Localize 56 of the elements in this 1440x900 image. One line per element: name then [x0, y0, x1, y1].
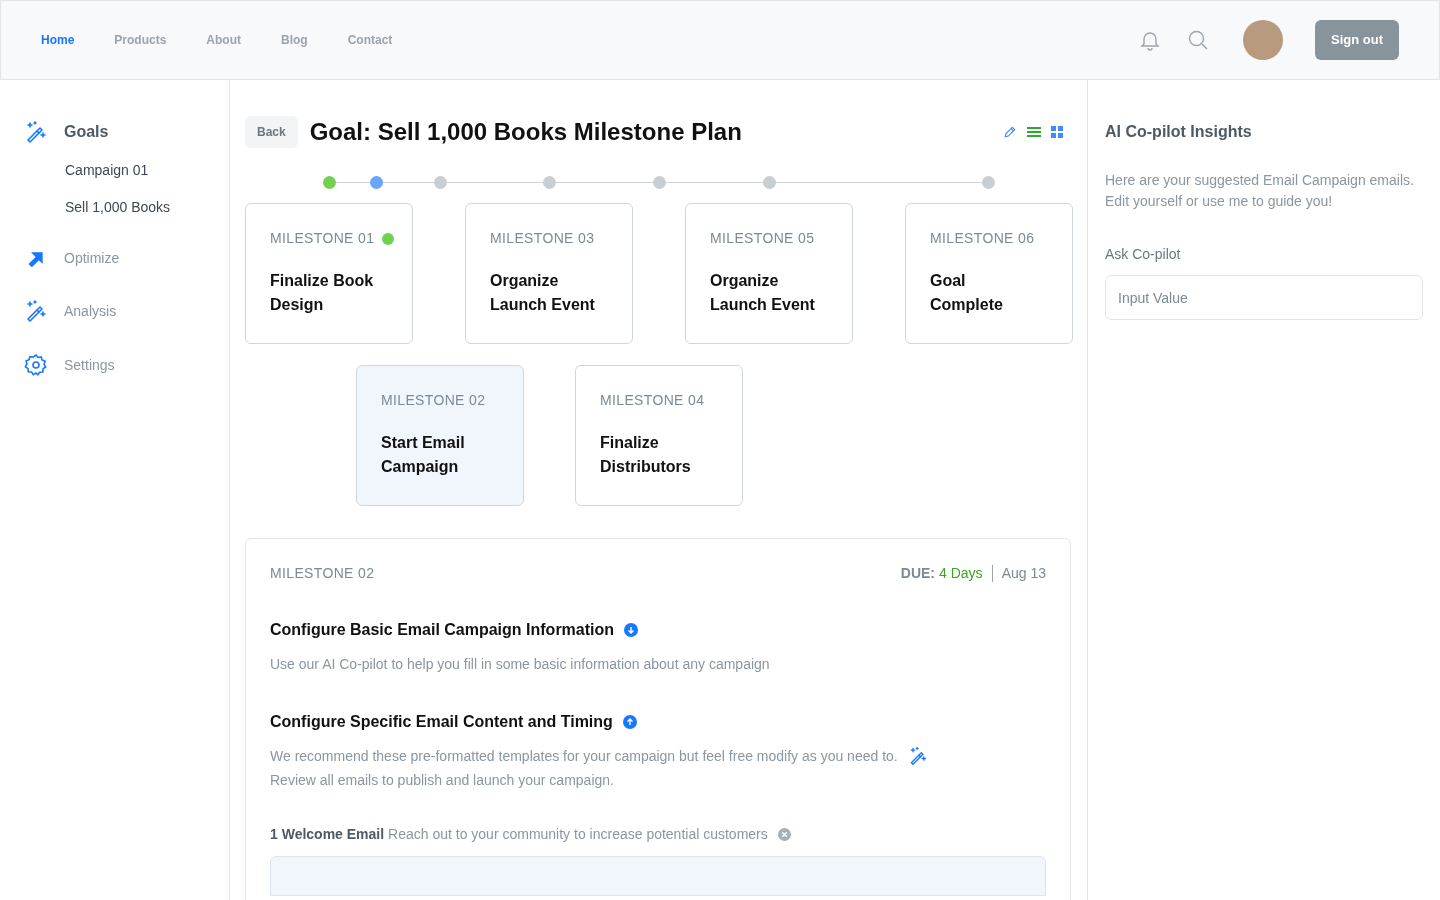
milestone-card[interactable]: MILESTONE 05 Organize Launch Event: [685, 203, 853, 344]
search-icon[interactable]: [1186, 28, 1210, 52]
section-title: Configure Basic Email Campaign Information: [270, 620, 615, 640]
close-icon[interactable]: [777, 828, 791, 841]
due-label: DUE:: [900, 564, 936, 583]
milestone-title: Finalize Book Design: [270, 271, 375, 315]
section-title: Configure Specific Email Content and Timing: [270, 712, 613, 732]
milestone-card[interactable]: MILESTONE 06 Goal Complete: [905, 203, 1073, 344]
nav-link[interactable]: Products: [114, 31, 167, 49]
field-label: Ask Co-pilot: [1105, 245, 1182, 264]
nav-link[interactable]: About: [206, 31, 241, 49]
milestone-label: MILESTONE 01: [270, 229, 375, 248]
section-description: Use our AI Co-pilot to help you fill in some basic information about any campaign: [270, 655, 770, 674]
due-value: 4 Days: [939, 564, 983, 583]
settings-icon: [24, 353, 48, 377]
list-view-icon[interactable]: [1027, 125, 1041, 139]
sidebar-item[interactable]: Analysis: [64, 300, 117, 322]
due-date: Aug 13: [1001, 564, 1046, 583]
nav-link[interactable]: Contact: [347, 31, 393, 49]
milestone-label: MILESTONE 06: [930, 229, 1035, 248]
milestone-label: MILESTONE 03: [490, 229, 595, 248]
magic-wand-icon: [24, 299, 48, 323]
panel-title: AI Co-pilot Insights: [1105, 122, 1253, 142]
sidebar-subitem[interactable]: Sell 1,000 Books: [65, 197, 229, 218]
collapse-icon[interactable]: [622, 715, 637, 729]
milestone-title: Goal Complete: [930, 271, 1004, 315]
milestone-label: MILESTONE 05: [710, 229, 815, 248]
nav-link[interactable]: Blog: [281, 31, 308, 49]
milestone-label: MILESTONE 02: [270, 564, 375, 583]
pencil-icon[interactable]: [1003, 125, 1017, 139]
milestone-card[interactable]: MILESTONE 02 Start Email Campaign: [356, 365, 524, 506]
sign-out-button[interactable]: Sign out: [1315, 20, 1399, 60]
user-avatar[interactable]: [1243, 20, 1283, 60]
milestone-title: Finalize Distributors: [600, 433, 692, 477]
panel-description: Here are your suggested Email Campaign emails. Edit yourself or use me to guide you!: [1105, 171, 1415, 211]
nav-link[interactable]: Home: [41, 31, 75, 49]
sidebar-item[interactable]: Optimize: [64, 248, 120, 269]
milestone-label: MILESTONE 04: [600, 391, 705, 410]
input-field[interactable]: Input Value: [1105, 275, 1423, 320]
back-button[interactable]: Back: [245, 116, 298, 148]
magic-wand-icon: [24, 120, 48, 144]
milestone-title: Organize Launch Event: [710, 271, 816, 315]
milestone-card[interactable]: MILESTONE 03 Organize Launch Event: [465, 203, 633, 344]
milestone-card[interactable]: MILESTONE 01 Finalize Book Design: [245, 203, 413, 344]
sidebar-item[interactable]: Settings: [64, 354, 115, 376]
milestone-label: MILESTONE 02: [381, 391, 486, 410]
page-title: Goal: Sell 1,000 Books Milestone Plan: [309, 117, 742, 147]
grid-view-icon[interactable]: [1051, 126, 1063, 138]
milestone-title: Organize Launch Event: [490, 271, 596, 315]
section-description: We recommend these pre-formatted templates for your campaign but feel free modify as you need to. Review all emails to publish and launch your campaign.: [270, 747, 898, 790]
email-item: 1 Welcome Email Reach out to your community to increase potential customers: [270, 825, 768, 844]
milestone-title: Start Email Campaign: [381, 433, 466, 477]
milestone-card[interactable]: MILESTONE 04 Finalize Distributors: [575, 365, 743, 506]
sidebar-subitem[interactable]: Campaign 01: [65, 160, 229, 181]
expand-icon[interactable]: [624, 623, 639, 637]
sidebar-item[interactable]: Goals: [64, 120, 109, 144]
